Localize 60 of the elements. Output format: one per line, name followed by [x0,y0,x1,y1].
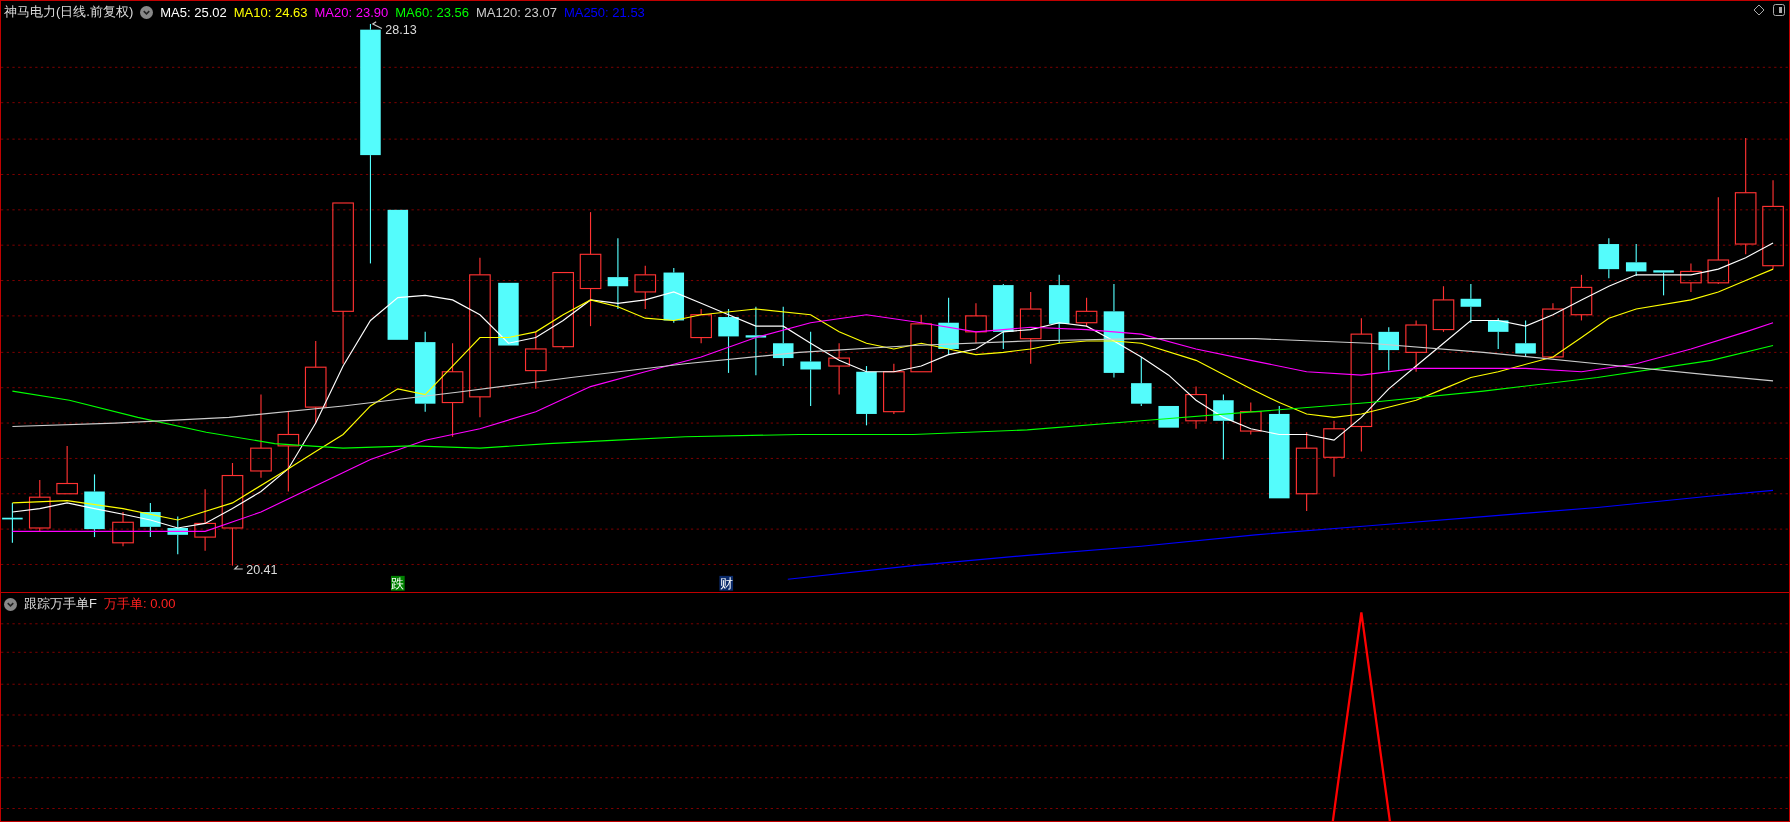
candlestick [84,473,105,538]
moving-average-label: MA5: 25.02 [160,4,227,20]
candlestick [773,306,794,367]
moving-average-label: MA20: 23.90 [314,4,389,20]
candlestick [745,306,767,376]
indicator-reading: 万手单: 0.00 [103,595,176,613]
candlestick [524,331,547,390]
candlestick [1075,297,1098,327]
candlestick [1323,420,1345,478]
candlestick [1048,274,1070,344]
candlestick [856,365,877,426]
candlestick [718,308,739,374]
candlestick [1432,285,1455,333]
candlestick [1213,394,1234,461]
candlestick [1460,283,1482,324]
candlestick [993,283,1014,350]
moving-average-label: MA250: 21.53 [563,4,645,20]
dropdown-circle-icon[interactable] [140,5,154,19]
candlestick [1653,269,1674,296]
candlestick [1131,356,1152,407]
candlestick [690,308,712,344]
candlestick [663,267,685,324]
candlestick [140,502,161,538]
candlestick [1487,317,1509,350]
stock-title: 神马电力(日线.前复权) [4,3,134,21]
candlestick [112,511,134,547]
candlestick [938,297,959,356]
candlestick [167,516,188,555]
diamond-icon[interactable] [1753,4,1765,16]
candlestick [1570,274,1593,321]
candlestick [2,502,23,544]
high-price-label: 28.13 [385,23,417,38]
candlestick [194,488,216,552]
candlestick [1542,302,1564,359]
candlestick [28,479,51,532]
candlestick [1625,243,1647,277]
candlestick [1515,319,1536,358]
panel-toggle-icon[interactable] [1773,4,1785,16]
candlestick [965,302,987,344]
event-tag: 财 [719,575,734,592]
low-price-label: 20.41 [246,562,278,577]
candlestick [1598,237,1620,279]
candlestick [1405,319,1427,373]
candlestick [910,314,933,373]
moving-average-label: MA120: 23.07 [475,4,557,20]
indicator-title: 跟踪万手单F [24,595,97,613]
candlestick [1158,405,1179,429]
candlestick [1239,402,1262,436]
candlestick [883,363,905,415]
candlestick [498,282,519,347]
moving-average-label: MA60: 23.56 [395,4,469,20]
candlestick [1185,386,1207,430]
candlestick [634,265,657,310]
candlestick [828,342,850,396]
candlestick [56,445,78,495]
event-tag: 跌 [391,575,405,592]
moving-average-label: MA10: 24.63 [233,4,308,20]
candlestick [1378,326,1399,372]
candlestick [1680,262,1702,293]
dropdown-circle-icon[interactable] [4,597,17,611]
